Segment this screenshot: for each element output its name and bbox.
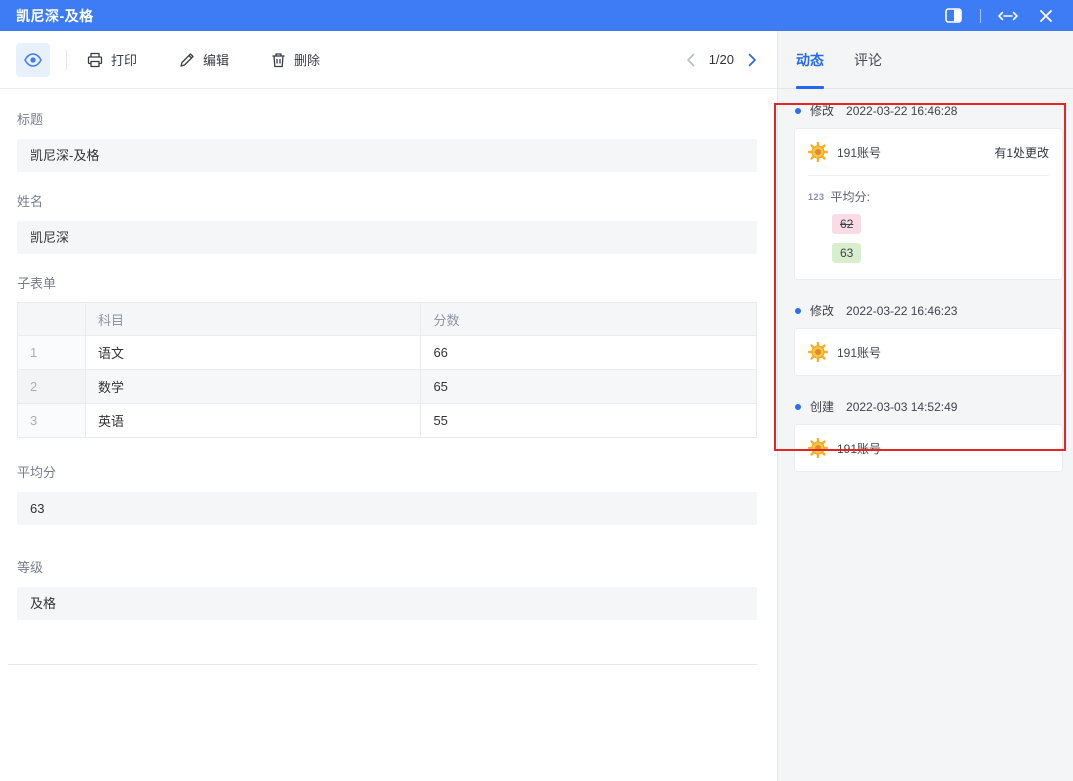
titlebar-separator xyxy=(980,9,981,23)
record-toolbar: 打印 编辑 删除 1/20 xyxy=(0,31,777,89)
feed-card-user-row: 191账号 xyxy=(795,329,1062,375)
chevron-right-icon xyxy=(748,53,757,67)
subform-table: 科目 分数 1 语文 66 2 数学 65 3 英语 xyxy=(17,302,757,438)
avatar xyxy=(808,342,828,362)
field-average: 平均分 63 xyxy=(17,462,757,525)
expand-horizontal-icon[interactable] xyxy=(997,5,1019,27)
field-name-label: 姓名 xyxy=(17,191,757,210)
field-grade: 等级 及格 xyxy=(17,557,757,620)
feed-user: 191账号 xyxy=(837,440,881,457)
sidebar-toggle-icon[interactable] xyxy=(942,5,964,27)
field-grade-label: 等级 xyxy=(17,557,757,576)
field-title-value: 凯尼深-及格 xyxy=(17,139,757,172)
changed-field-row: 123 平均分: xyxy=(808,188,1049,205)
new-value-chip: 63 xyxy=(832,243,861,263)
record-form: 标题 凯尼深-及格 姓名 凯尼深 子表单 科目 分数 1 语文 xyxy=(0,89,777,665)
field-average-label: 平均分 xyxy=(17,462,757,481)
timeline-dot-icon xyxy=(795,404,801,410)
row-index: 1 xyxy=(18,336,86,370)
field-grade-value: 及格 xyxy=(17,587,757,620)
chevron-left-icon xyxy=(686,53,695,67)
subform-score-header: 分数 xyxy=(421,303,757,336)
page-indicator: 1/20 xyxy=(709,52,734,67)
feed-card-user-row: 191账号 xyxy=(795,425,1062,471)
feed-item-header: 修改 2022-03-22 16:46:28 xyxy=(795,102,1063,119)
feed-user: 191账号 xyxy=(837,344,881,361)
title-bar: 凯尼深-及格 xyxy=(0,0,1073,31)
toolbar-separator xyxy=(66,50,67,70)
feed-timestamp: 2022-03-22 16:46:28 xyxy=(846,104,957,118)
feed-action: 修改 xyxy=(810,302,834,319)
cell-score: 65 xyxy=(421,370,757,404)
form-bottom-divider xyxy=(8,664,757,665)
close-icon[interactable] xyxy=(1035,5,1057,27)
feed-action: 创建 xyxy=(810,398,834,415)
changed-field-label: 平均分: xyxy=(831,188,870,205)
next-record-button[interactable] xyxy=(748,53,757,67)
feed-card-user-row: 191账号 有1处更改 xyxy=(795,129,1062,175)
table-row: 1 语文 66 xyxy=(18,336,757,370)
subform-index-header xyxy=(18,303,86,336)
preview-eye-button[interactable] xyxy=(16,43,50,77)
activity-sidebar: 动态 评论 修改 2022-03-22 16:46:28 191账号 有1处更改 xyxy=(777,31,1073,781)
pencil-icon xyxy=(179,52,195,68)
field-subform: 子表单 科目 分数 1 语文 66 2 数学 65 xyxy=(17,273,757,438)
subform-header-row: 科目 分数 xyxy=(18,303,757,336)
change-details: 123 平均分: 62 63 xyxy=(795,176,1062,279)
field-title: 标题 凯尼深-及格 xyxy=(17,109,757,172)
old-value-chip: 62 xyxy=(832,214,861,234)
table-row: 2 数学 65 xyxy=(18,370,757,404)
feed-user: 191账号 xyxy=(837,144,881,161)
sidebar-tabbar: 动态 评论 xyxy=(778,31,1073,89)
delete-label: 删除 xyxy=(294,50,320,69)
feed-item-header: 创建 2022-03-03 14:52:49 xyxy=(795,398,1063,415)
feed-card: 191账号 xyxy=(794,328,1063,376)
print-label: 打印 xyxy=(111,50,137,69)
avatar xyxy=(808,438,828,458)
field-title-label: 标题 xyxy=(17,109,757,128)
table-row: 3 英语 55 xyxy=(18,404,757,438)
avatar xyxy=(808,142,828,162)
timeline-dot-icon xyxy=(795,108,801,114)
record-pager: 1/20 xyxy=(686,52,757,67)
record-detail-panel: 打印 编辑 删除 1/20 标题 xyxy=(0,31,777,781)
row-index: 3 xyxy=(18,404,86,438)
cell-score: 55 xyxy=(421,404,757,438)
cell-score: 66 xyxy=(421,336,757,370)
field-name-value: 凯尼深 xyxy=(17,221,757,254)
tab-comments[interactable]: 评论 xyxy=(854,31,882,88)
feed-timestamp: 2022-03-03 14:52:49 xyxy=(846,400,957,414)
feed-card: 191账号 有1处更改 123 平均分: 62 63 xyxy=(794,128,1063,280)
change-count: 有1处更改 xyxy=(994,144,1049,161)
cell-subject: 语文 xyxy=(85,336,421,370)
prev-record-button[interactable] xyxy=(686,53,695,67)
eye-icon xyxy=(24,53,42,67)
row-index: 2 xyxy=(18,370,86,404)
feed-action: 修改 xyxy=(810,102,834,119)
cell-subject: 数学 xyxy=(85,370,421,404)
feed-timestamp: 2022-03-22 16:46:23 xyxy=(846,304,957,318)
edit-button[interactable]: 编辑 xyxy=(179,50,229,69)
window-body: 打印 编辑 删除 1/20 标题 xyxy=(0,31,1073,781)
window-title: 凯尼深-及格 xyxy=(16,6,94,26)
feed-card: 191账号 xyxy=(794,424,1063,472)
printer-icon xyxy=(87,52,103,68)
title-bar-actions xyxy=(942,5,1057,27)
timeline-dot-icon xyxy=(795,308,801,314)
print-button[interactable]: 打印 xyxy=(87,50,137,69)
field-name: 姓名 凯尼深 xyxy=(17,191,757,254)
cell-subject: 英语 xyxy=(85,404,421,438)
delete-button[interactable]: 删除 xyxy=(271,50,320,69)
tab-activity[interactable]: 动态 xyxy=(796,31,824,88)
trash-icon xyxy=(271,52,286,68)
activity-feed: 修改 2022-03-22 16:46:28 191账号 有1处更改 123 平… xyxy=(778,89,1073,494)
subform-subject-header: 科目 xyxy=(85,303,421,336)
subform-label: 子表单 xyxy=(17,273,757,292)
number-field-icon: 123 xyxy=(808,192,825,202)
field-average-value: 63 xyxy=(17,492,757,525)
feed-item-header: 修改 2022-03-22 16:46:23 xyxy=(795,302,1063,319)
edit-label: 编辑 xyxy=(203,50,229,69)
